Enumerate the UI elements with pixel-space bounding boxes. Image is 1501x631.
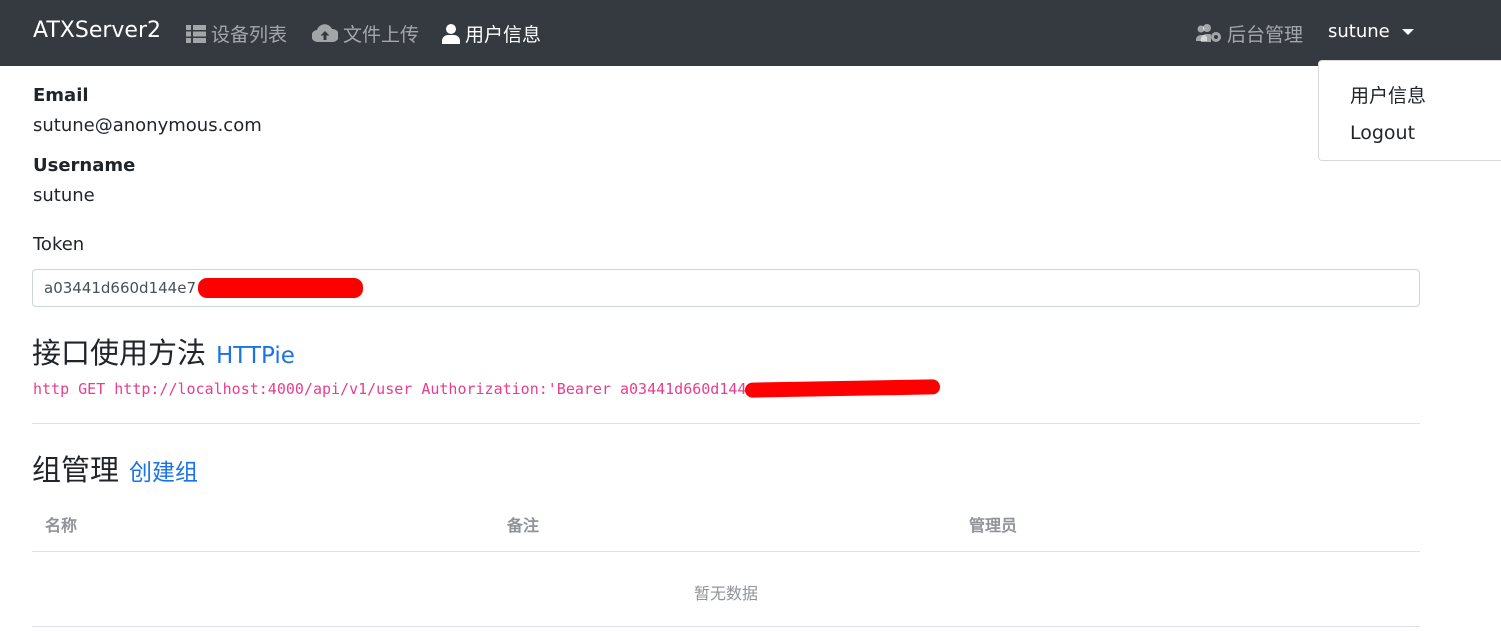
username-label: Username	[33, 155, 136, 176]
brand-logo[interactable]: ATXServer2	[33, 18, 161, 43]
table-empty-text: 暂无数据	[693, 584, 758, 603]
column-header-remark: 备注	[507, 516, 540, 535]
nav-file-upload[interactable]: 文件上传	[312, 20, 419, 47]
nav-admin-label: 后台管理	[1227, 24, 1304, 46]
api-usage-heading: 接口使用方法 HTTPie	[32, 330, 295, 372]
group-management-title: 组管理	[32, 453, 120, 487]
email-value: sutune@anonymous.com	[33, 115, 262, 136]
nav-device-list-label: 设备列表	[211, 24, 288, 46]
group-management-heading: 组管理 创建组	[32, 447, 198, 489]
users-cog-icon	[1196, 24, 1221, 42]
table-bottom-divider	[32, 626, 1420, 627]
user-menu-name: sutune	[1328, 21, 1390, 42]
token-label: Token	[33, 234, 85, 255]
user-icon	[442, 23, 460, 44]
dropdown-item-user-info[interactable]: 用户信息	[1350, 81, 1426, 108]
user-dropdown-menu: 用户信息 Logout	[1318, 60, 1501, 161]
user-menu-toggle[interactable]: sutune	[1328, 21, 1414, 42]
caret-down-icon	[1401, 28, 1414, 35]
nav-admin[interactable]: 后台管理	[1196, 20, 1303, 47]
column-header-admin: 管理员	[969, 516, 1018, 535]
section-divider	[32, 423, 1420, 424]
nav-user-info[interactable]: 用户信息	[442, 20, 541, 47]
dropdown-item-logout[interactable]: Logout	[1350, 122, 1415, 144]
token-redaction	[198, 278, 363, 298]
nav-device-list[interactable]: 设备列表	[186, 20, 287, 47]
cloud-upload-icon	[312, 24, 338, 43]
create-group-link[interactable]: 创建组	[129, 453, 198, 487]
table-header-divider	[32, 551, 1420, 552]
column-header-name: 名称	[45, 516, 78, 535]
nav-file-upload-label: 文件上传	[343, 24, 420, 46]
nav-user-info-label: 用户信息	[465, 24, 542, 46]
list-icon	[186, 24, 206, 43]
email-label: Email	[33, 85, 89, 106]
api-usage-title: 接口使用方法	[32, 336, 207, 370]
top-navbar: ATXServer2 设备列表 文件上传 用户信息 后台管理 sutune	[0, 0, 1501, 66]
username-value: sutune	[33, 185, 95, 206]
httpie-link[interactable]: HTTPie	[216, 343, 295, 369]
